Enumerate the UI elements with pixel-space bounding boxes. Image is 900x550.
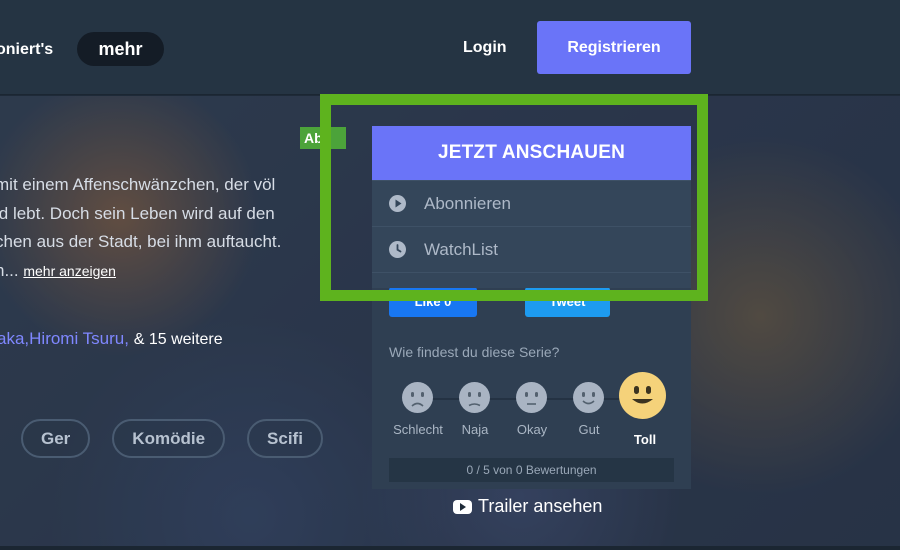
synopsis-line: ld lebt. Doch sein Leben wird auf den	[0, 203, 275, 223]
login-link[interactable]: Login	[463, 39, 507, 57]
trailer-link[interactable]: Trailer ansehen	[453, 496, 602, 517]
youtube-play-icon	[453, 499, 472, 514]
show-more-link[interactable]: mehr anzeigen	[23, 263, 116, 279]
cast-more-text[interactable]: & 15 weitere	[134, 331, 223, 348]
cast-member-link[interactable]: aka,	[0, 329, 29, 348]
cast-list: aka,Hiromi Tsuru, & 15 weitere	[0, 329, 223, 349]
bottom-divider	[0, 546, 900, 550]
subscribe-button[interactable]: Abonnieren	[372, 180, 691, 226]
rating-face-okay-icon[interactable]	[516, 382, 547, 413]
panel-divider-row	[372, 272, 691, 288]
more-menu-button[interactable]: mehr	[77, 32, 164, 66]
twitter-tweet-button[interactable]: Tweet	[525, 287, 610, 317]
watchlist-button[interactable]: WatchList	[372, 226, 691, 272]
top-navigation-bar: oniert's mehr Login Registrieren	[0, 0, 900, 95]
genre-tag[interactable]: Ger	[21, 419, 91, 458]
synopsis-line: n...	[0, 260, 19, 280]
rating-face-bad-icon[interactable]	[402, 382, 433, 413]
clock-icon	[389, 241, 406, 258]
watch-now-button[interactable]: JETZT ANSCHAUEN	[372, 126, 691, 180]
rating-face-great-icon[interactable]	[619, 372, 666, 419]
facebook-like-button[interactable]: Like 0	[389, 287, 477, 317]
genre-tag[interactable]: Scifi	[247, 419, 323, 458]
rating-face-meh-icon[interactable]	[459, 382, 490, 413]
genre-tag[interactable]: Komödie	[112, 419, 226, 458]
rating-label-selected: Toll	[633, 432, 657, 447]
play-circle-icon	[389, 195, 406, 212]
rating-label: Gut	[578, 422, 600, 437]
genre-tags: Ger Komödie Scifi	[21, 419, 323, 458]
rating-question: Wie findest du diese Serie?	[389, 344, 560, 360]
series-synopsis: mit einem Affenschwänzchen, der völ ld l…	[0, 171, 325, 285]
rating-label: Okay	[516, 422, 548, 437]
rating-label: Schlecht	[393, 422, 443, 437]
rating-count: 0 / 5 von 0 Bewertungen	[389, 458, 674, 482]
register-button[interactable]: Registrieren	[537, 21, 691, 74]
nav-item-partial[interactable]: oniert's	[0, 41, 53, 59]
trailer-label: Trailer ansehen	[478, 496, 603, 516]
cast-member-link[interactable]: Hiromi Tsuru,	[29, 329, 129, 348]
synopsis-line: chen aus der Stadt, bei ihm auftaucht.	[0, 232, 282, 251]
watchlist-label: WatchList	[424, 239, 499, 259]
subscribe-label: Abonnieren	[424, 193, 511, 213]
subscription-badge: Abo	[300, 127, 346, 149]
rating-face-good-icon[interactable]	[573, 382, 604, 413]
rating-label: Naja	[461, 422, 489, 437]
synopsis-line: mit einem Affenschwänzchen, der völ	[0, 175, 276, 194]
